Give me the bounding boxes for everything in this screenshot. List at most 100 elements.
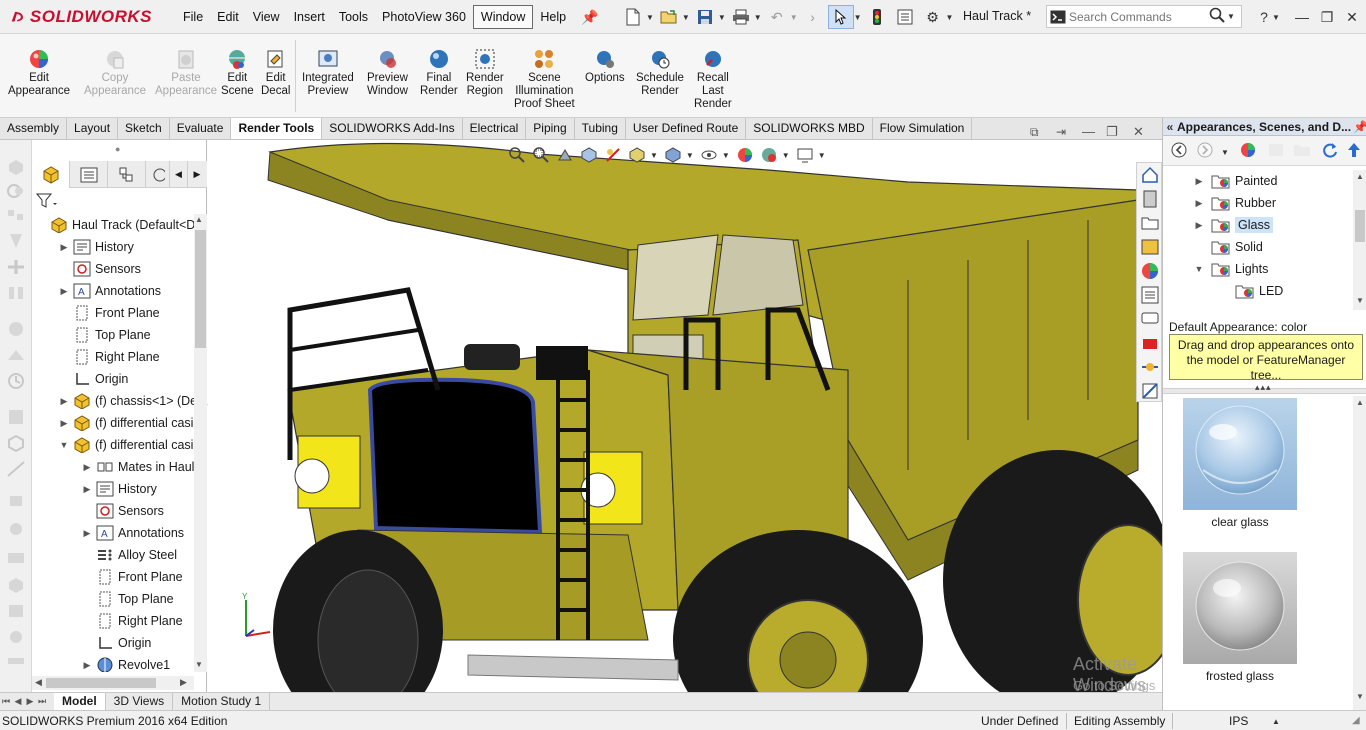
display-style-dropdown-icon[interactable]: ▼ <box>686 151 694 160</box>
dimxpert-tab[interactable] <box>146 161 170 188</box>
select-cursor-icon[interactable] <box>827 5 854 29</box>
appearances-tree-scrollbar[interactable]: ▲ ▼ <box>1353 170 1366 310</box>
instant-3d-icon[interactable] <box>6 492 26 510</box>
menu-view[interactable]: View <box>246 6 287 28</box>
explode-line-sketch-icon[interactable] <box>6 460 26 478</box>
tabs-scroll-right-icon[interactable]: ▶ <box>188 161 206 188</box>
zoom-to-area-icon[interactable] <box>532 146 550 164</box>
tree-node[interactable]: Front Plane <box>58 302 160 324</box>
tree-scroll-thumb[interactable] <box>1355 210 1365 242</box>
tab-sketch[interactable]: Sketch <box>118 118 170 139</box>
exploded-view-icon[interactable] <box>6 434 26 452</box>
back-icon[interactable] <box>1171 142 1187 161</box>
tab-user-defined-route[interactable]: User Defined Route <box>626 118 747 139</box>
tree-node[interactable]: ▶ History <box>58 236 134 258</box>
apply-scene-dropdown-icon[interactable]: ▼ <box>782 151 790 160</box>
appearance-folder[interactable]: Solid <box>1193 236 1263 258</box>
refresh-icon[interactable] <box>1321 141 1339 162</box>
edit-decal-button[interactable]: Edit Decal <box>261 48 290 98</box>
expand-icon[interactable]: ▶ <box>81 484 93 495</box>
feature-tree-tab[interactable] <box>32 161 70 188</box>
view-palette-icon[interactable] <box>1140 237 1160 257</box>
edit-appearance-hud-icon[interactable] <box>736 146 754 164</box>
undo-icon[interactable]: ↶ <box>764 5 790 29</box>
clearance-verification-icon[interactable] <box>6 652 26 670</box>
minimize-icon[interactable]: — <box>1288 6 1316 28</box>
open-document-icon[interactable] <box>656 5 682 29</box>
linear-pattern-icon[interactable] <box>6 206 26 224</box>
show-hidden-icon[interactable] <box>6 284 26 302</box>
swatches-scroll-down-icon[interactable]: ▼ <box>1356 692 1364 701</box>
restore-icon[interactable]: ❐ <box>1313 6 1341 28</box>
options-button[interactable]: Options <box>585 48 625 85</box>
file-properties-icon[interactable] <box>892 5 918 29</box>
expand-icon[interactable]: ▶ <box>1193 220 1205 231</box>
menu-edit[interactable]: Edit <box>210 6 246 28</box>
appearance-folder[interactable]: ▶ Painted <box>1193 170 1277 192</box>
new-document-icon[interactable] <box>620 5 646 29</box>
zoom-to-fit-icon[interactable] <box>508 146 526 164</box>
open-dropdown-icon[interactable]: ▼ <box>682 13 690 22</box>
tab-motion-study-1[interactable]: Motion Study 1 <box>173 693 271 710</box>
vscroll-up-icon[interactable]: ▲ <box>195 215 203 224</box>
tree-node[interactable]: ▶ (f) chassis<1> (Defau <box>58 390 194 412</box>
options-gear-icon[interactable]: ⚙ <box>920 5 946 29</box>
integrated-preview-button[interactable]: Integrated Preview <box>302 48 354 98</box>
resize-grip-icon[interactable]: ◢ <box>1352 715 1360 726</box>
large-assembly-mode-icon[interactable] <box>6 576 26 594</box>
edit-appearance-button[interactable]: Edit Appearance <box>8 48 70 98</box>
appearance-folder[interactable]: ▼ Lights <box>1193 258 1268 280</box>
copy-appearance-button[interactable]: Copy Appearance <box>84 48 146 98</box>
tree-node[interactable]: Sensors <box>58 258 141 280</box>
tab-prev-icon[interactable]: ◀ <box>12 696 24 707</box>
viewport-restore-icon[interactable]: ❐ <box>1106 124 1118 140</box>
viewport-minimize-icon[interactable]: — <box>1082 124 1095 139</box>
save-dropdown-icon[interactable]: ▼ <box>718 13 726 22</box>
tree-node[interactable]: ▶ History <box>81 478 157 500</box>
tree-node[interactable]: Top Plane <box>81 588 174 610</box>
tab-evaluate[interactable]: Evaluate <box>170 118 232 139</box>
tab-layout[interactable]: Layout <box>67 118 119 139</box>
menu-tools[interactable]: Tools <box>332 6 375 28</box>
toolbox-icon[interactable] <box>1140 333 1160 353</box>
search-commands-input[interactable] <box>1069 9 1205 24</box>
paste-appearance-button[interactable]: Paste Appearance <box>155 48 217 98</box>
redo-icon[interactable]: › <box>800 5 826 29</box>
final-render-button[interactable]: Final Render <box>420 48 458 98</box>
expand-icon[interactable]: ▶ <box>1193 198 1205 209</box>
view-orientation-icon[interactable] <box>628 146 646 164</box>
tree-scroll-down-icon[interactable]: ▼ <box>1356 296 1364 305</box>
swatches-scroll-up-icon[interactable]: ▲ <box>1356 398 1364 407</box>
tree-node[interactable]: ▼ (f) differential casing- <box>58 434 194 456</box>
tab-render-tools[interactable]: Render Tools <box>231 118 323 139</box>
flow-simulation-icon[interactable] <box>1140 357 1160 377</box>
custom-properties-icon[interactable] <box>1140 285 1160 305</box>
menu-photoview[interactable]: PhotoView 360 <box>375 6 473 28</box>
filter-icon[interactable] <box>35 193 58 212</box>
history-dropdown-icon[interactable]: ▼ <box>1221 148 1229 157</box>
hscroll-left-icon[interactable]: ◀ <box>35 677 42 688</box>
appearance-folder[interactable]: LED <box>1217 280 1283 302</box>
tree-node[interactable]: Origin <box>58 368 128 390</box>
scene-illumination-proof-sheet-button[interactable]: Scene Illumination Proof Sheet <box>514 48 575 111</box>
mate-icon[interactable] <box>6 182 26 200</box>
menu-help[interactable]: Help <box>533 6 573 28</box>
tree-node[interactable]: ▶ Revolve1 <box>81 654 170 672</box>
collapse-icon[interactable]: ▼ <box>58 440 70 450</box>
tabs-scroll-left-icon[interactable]: ◀ <box>170 161 188 188</box>
tab-last-icon[interactable]: ⏭ <box>36 696 48 707</box>
task-pane-splitter[interactable]: ▴▴▴ <box>1163 382 1366 394</box>
view-settings-dropdown-icon[interactable]: ▼ <box>818 151 826 160</box>
tab-next-icon[interactable]: ▶ <box>24 696 36 707</box>
insert-component-icon[interactable] <box>6 158 26 176</box>
appearances-home-icon[interactable] <box>1239 141 1257 162</box>
reference-geometry-icon[interactable] <box>6 346 26 364</box>
solidworks-resources-icon[interactable] <box>1140 165 1160 185</box>
display-style-icon[interactable] <box>664 146 682 164</box>
expand-icon[interactable]: ▶ <box>81 462 93 473</box>
smart-fasteners-icon[interactable] <box>6 232 26 250</box>
tab-first-icon[interactable]: ⏮ <box>0 696 12 707</box>
design-library-icon[interactable] <box>1140 189 1160 209</box>
forum-icon[interactable] <box>1140 309 1160 329</box>
tree-scroll-up-icon[interactable]: ▲ <box>1356 172 1364 181</box>
